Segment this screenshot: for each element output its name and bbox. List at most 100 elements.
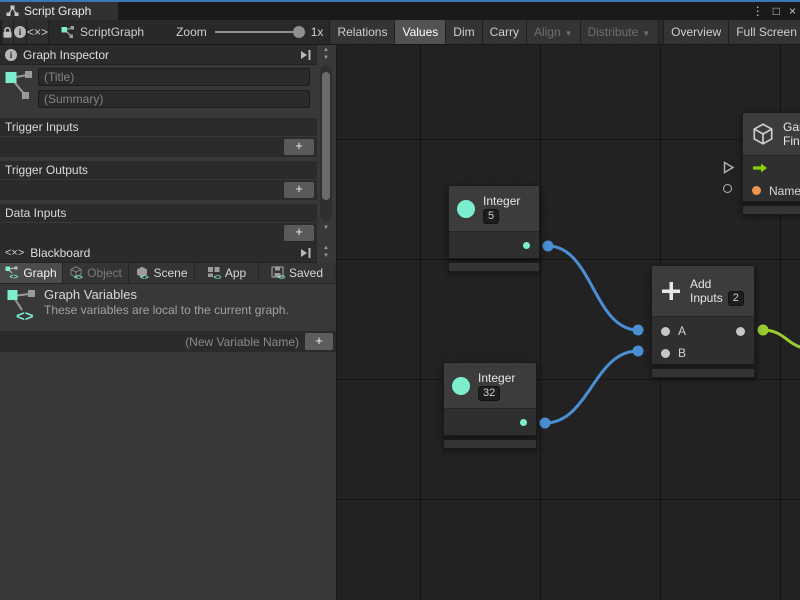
- scroll-down-icon[interactable]: ▼: [320, 225, 332, 231]
- input-port-a[interactable]: [661, 327, 670, 336]
- app-tab-icon: <>: [207, 266, 221, 280]
- close-icon[interactable]: ×: [789, 4, 796, 18]
- graph-variables-description: These variables are local to the current…: [44, 303, 289, 317]
- tab-title: Script Graph: [24, 4, 91, 18]
- node-integer-5[interactable]: Integer 5: [448, 185, 540, 272]
- scroll-up-icon[interactable]: ▲: [320, 245, 332, 251]
- tab-graph[interactable]: <> Graph: [0, 263, 63, 283]
- node-footer: [651, 368, 755, 378]
- maximize-icon[interactable]: □: [773, 4, 780, 18]
- scroll-down-icon[interactable]: ▼: [320, 55, 332, 61]
- graph-summary-input[interactable]: [38, 90, 310, 108]
- section-data-inputs: Data Inputs: [0, 204, 317, 222]
- inputs-label: Inputs: [690, 291, 723, 305]
- tab-scene[interactable]: <> Scene: [129, 263, 195, 283]
- lock-button[interactable]: [1, 20, 14, 44]
- data-inputs-list: +: [0, 223, 317, 243]
- info-icon: i: [5, 49, 17, 61]
- add-input-row-b: B: [652, 342, 754, 364]
- menu-icon[interactable]: ⋮: [752, 4, 764, 18]
- script-graph-icon: [61, 25, 75, 39]
- info-button[interactable]: i: [14, 20, 27, 44]
- wire-integer5-to-add-a: [548, 246, 638, 330]
- zoom-label: Zoom: [176, 25, 207, 39]
- integer-value-field[interactable]: 32: [478, 386, 500, 401]
- integer-value-field[interactable]: 5: [483, 209, 499, 224]
- info-icon: i: [14, 26, 26, 38]
- align-dropdown[interactable]: Align ▼: [526, 20, 580, 44]
- add-icon: [660, 280, 682, 302]
- add-trigger-input-button[interactable]: +: [284, 139, 314, 155]
- saved-tab-icon: <>: [271, 266, 285, 280]
- blackboard-tabs: <> Graph <> Object <> Scene: [0, 263, 336, 284]
- scroll-up-icon[interactable]: ▲: [320, 47, 332, 53]
- graph-toolbar: i <×> ScriptGraph Zoom 1x Rela: [0, 20, 800, 45]
- code-view-button[interactable]: <×>: [27, 20, 49, 44]
- node-integer-32[interactable]: Integer 32: [443, 362, 537, 449]
- node-add[interactable]: Add Inputs 2 A B: [651, 265, 755, 378]
- full-screen-button[interactable]: Full Screen: [728, 20, 800, 44]
- blackboard-header: <×> Blackboard: [0, 243, 317, 263]
- blackboard-title: Blackboard: [30, 246, 90, 260]
- name-input-port[interactable]: [752, 186, 761, 195]
- tab-saved[interactable]: <> Saved: [259, 263, 335, 283]
- graph-variables-title: Graph Variables: [44, 287, 137, 302]
- tab-app[interactable]: <> App: [195, 263, 259, 283]
- zoom-slider-handle[interactable]: [293, 26, 305, 38]
- variables-brackets-icon: <×>: [5, 247, 24, 259]
- svg-text:<>: <>: [10, 272, 19, 280]
- new-variable-input[interactable]: [0, 335, 305, 349]
- scene-tab-icon: <>: [135, 266, 149, 280]
- scroll-down-icon[interactable]: ▼: [320, 253, 332, 259]
- pop-out-icon[interactable]: [298, 247, 313, 259]
- chevron-down-icon: ▼: [565, 29, 573, 38]
- zoom-value: 1x: [311, 25, 324, 39]
- sidebar-panel: i Graph Inspector Trigger Inputs + Trig: [0, 45, 337, 600]
- pop-out-icon[interactable]: [298, 49, 313, 61]
- control-flow-arrow-icon[interactable]: [752, 163, 768, 173]
- graph-canvas[interactable]: Integer 5 Integer 32: [337, 45, 800, 600]
- wire-endpoint: [540, 418, 551, 429]
- distribute-dropdown[interactable]: Distribute ▼: [580, 20, 658, 44]
- node-footer: [443, 439, 537, 449]
- wire-integer32-to-add-b: [545, 351, 638, 423]
- zoom-slider[interactable]: [215, 26, 303, 38]
- integer-output-port[interactable]: [523, 242, 530, 249]
- code-brackets-icon: <×>: [27, 25, 48, 39]
- relations-button[interactable]: Relations: [329, 20, 394, 44]
- graph-variables-info: <> Graph Variables These variables are l…: [0, 284, 336, 330]
- wire-add-output: [763, 330, 800, 348]
- control-input-port[interactable]: [723, 161, 735, 174]
- graph-title-input[interactable]: [38, 68, 310, 86]
- section-trigger-inputs: Trigger Inputs: [0, 118, 317, 136]
- inputs-count-field[interactable]: 2: [728, 291, 744, 306]
- input-port-b[interactable]: [661, 349, 670, 358]
- integer-output-port[interactable]: [520, 419, 527, 426]
- trigger-inputs-list: +: [0, 137, 317, 157]
- chevron-down-icon: ▼: [642, 29, 650, 38]
- svg-text:<>: <>: [277, 273, 285, 281]
- dim-button[interactable]: Dim: [445, 20, 481, 44]
- add-variable-button[interactable]: +: [305, 333, 333, 350]
- svg-text:<>: <>: [213, 273, 221, 281]
- add-data-input-button[interactable]: +: [284, 225, 314, 241]
- wire-endpoint: [758, 325, 769, 336]
- object-tab-icon: <>: [69, 266, 83, 280]
- add-trigger-output-button[interactable]: +: [284, 182, 314, 198]
- values-button[interactable]: Values: [394, 20, 445, 44]
- add-output-port[interactable]: [736, 327, 745, 336]
- carry-button[interactable]: Carry: [482, 20, 526, 44]
- zoom-control: Zoom 1x: [170, 20, 329, 44]
- graph-name: ScriptGraph: [80, 25, 144, 39]
- svg-text:<>: <>: [16, 308, 34, 325]
- gameobject-cube-icon: [751, 122, 775, 146]
- tab-object[interactable]: <> Object: [63, 263, 129, 283]
- overview-button[interactable]: Overview: [663, 20, 728, 44]
- graph-variables-icon: <>: [7, 288, 39, 326]
- titlebar: Script Graph ⋮ □ ×: [0, 2, 800, 20]
- graph-variables-tab-icon: <>: [5, 266, 19, 280]
- node-gameobject-find[interactable]: Gam Fin Name: [742, 112, 800, 215]
- value-input-port[interactable]: [723, 184, 732, 193]
- tab-script-graph[interactable]: Script Graph: [0, 2, 118, 20]
- scrollbar-thumb[interactable]: [322, 72, 330, 200]
